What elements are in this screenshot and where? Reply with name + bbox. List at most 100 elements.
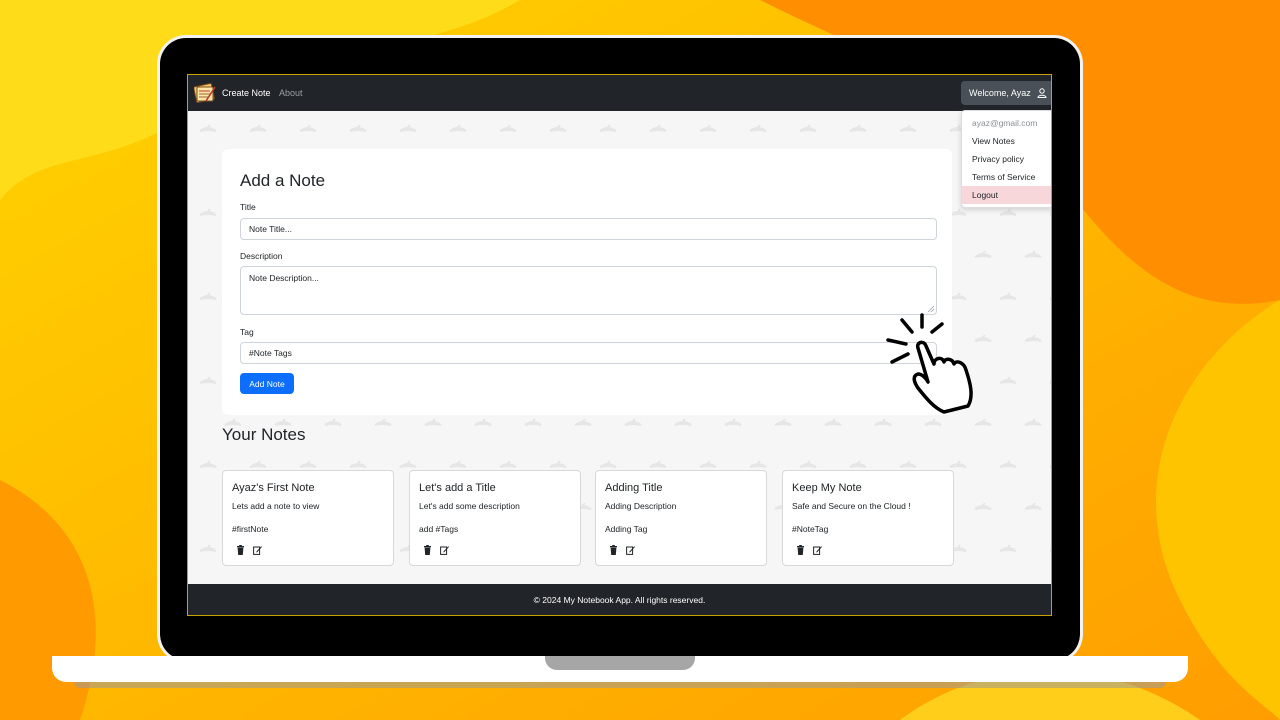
pattern-bird: [449, 460, 467, 468]
pattern-bird: [899, 124, 917, 132]
pattern-bird: [1024, 250, 1042, 258]
pattern-bird: [724, 418, 742, 426]
note-tag: #NoteTag: [792, 524, 829, 534]
tag-label: Tag: [240, 327, 254, 337]
edit-icon[interactable]: [813, 545, 822, 555]
pattern-bird: [649, 460, 667, 468]
footer-text: © 2024 My Notebook App. All rights reser…: [533, 594, 706, 605]
dropdown-terms-of-service[interactable]: Terms of Service: [962, 168, 1051, 186]
pattern-bird: [199, 292, 217, 300]
pattern-bird: [399, 460, 417, 468]
note-title: Adding Title: [605, 482, 663, 494]
pattern-bird: [949, 208, 967, 216]
edit-icon[interactable]: [253, 545, 262, 555]
description-textarea[interactable]: Note Description...: [240, 266, 937, 315]
pattern-bird: [699, 124, 717, 132]
pattern-bird: [574, 418, 592, 426]
edit-icon[interactable]: [440, 545, 449, 555]
pattern-bird: [324, 418, 342, 426]
edit-icon[interactable]: [626, 545, 635, 555]
dropdown-email: ayaz@gmail.com: [972, 118, 1038, 128]
pattern-bird: [849, 460, 867, 468]
note-card: Keep My Note Safe and Secure on the Clou…: [782, 470, 954, 566]
note-title: Let's add a Title: [419, 482, 496, 494]
pattern-bird: [999, 544, 1017, 552]
note-tag: #firstNote: [232, 524, 269, 534]
pattern-bird: [874, 418, 892, 426]
laptop-notch: [545, 656, 695, 670]
pattern-bird: [749, 124, 767, 132]
trash-icon[interactable]: [236, 545, 245, 555]
dropdown-view-notes[interactable]: View Notes: [962, 132, 1051, 150]
pattern-bird: [949, 292, 967, 300]
pattern-bird: [774, 418, 792, 426]
pattern-bird: [199, 544, 217, 552]
pattern-bird: [524, 418, 542, 426]
user-menu-button[interactable]: Welcome, Ayaz: [961, 81, 1051, 105]
form-heading: Add a Note: [240, 171, 326, 190]
note-title: Keep My Note: [792, 482, 862, 494]
pointing-hand-click-icon: [886, 313, 973, 414]
add-note-button[interactable]: Add Note: [240, 373, 294, 394]
title-input[interactable]: Note Title...: [240, 218, 937, 240]
note-tag: add #Tags: [419, 524, 459, 534]
navbar: Create Note About Welcome, Ayaz: [188, 75, 1051, 111]
note-card: Let's add a Title Let's add some descrip…: [409, 470, 581, 566]
add-note-form: Add a Note Title Note Title... Descripti…: [222, 149, 952, 415]
pattern-bird: [749, 460, 767, 468]
trash-icon[interactable]: [796, 545, 805, 555]
pattern-bird: [199, 460, 217, 468]
pattern-bird: [349, 460, 367, 468]
pattern-bird: [799, 460, 817, 468]
pattern-bird: [399, 124, 417, 132]
tag-input[interactable]: #Note Tags: [240, 342, 937, 364]
pattern-bird: [699, 460, 717, 468]
pattern-bird: [974, 250, 992, 258]
pattern-bird: [349, 124, 367, 132]
pattern-bird: [299, 124, 317, 132]
dropdown-logout[interactable]: Logout: [962, 186, 1051, 204]
pattern-bird: [974, 502, 992, 510]
notepad-icon[interactable]: [194, 81, 216, 105]
trash-icon[interactable]: [423, 545, 432, 555]
nav-about[interactable]: About: [279, 88, 303, 98]
footer: © 2024 My Notebook App. All rights reser…: [188, 584, 1051, 615]
user-icon: [1037, 88, 1047, 98]
pattern-bird: [849, 124, 867, 132]
pattern-bird: [599, 124, 617, 132]
pattern-bird: [449, 124, 467, 132]
user-dropdown-menu: ayaz@gmail.com View Notes Privacy policy…: [961, 110, 1051, 208]
user-menu-label: Welcome, Ayaz: [969, 88, 1031, 98]
pattern-bird: [549, 460, 567, 468]
pattern-bird: [1024, 502, 1042, 510]
note-card: Ayaz's First Note Lets add a note to vie…: [222, 470, 394, 566]
description-label: Description: [240, 251, 283, 261]
pattern-bird: [949, 460, 967, 468]
pattern-bird: [974, 418, 992, 426]
trash-icon[interactable]: [609, 545, 618, 555]
note-description: Safe and Secure on the Cloud !: [792, 501, 911, 511]
pattern-bird: [549, 124, 567, 132]
pattern-bird: [999, 460, 1017, 468]
note-description: Let's add some description: [419, 501, 520, 511]
pattern-bird: [199, 124, 217, 132]
pattern-bird: [999, 376, 1017, 384]
pattern-bird: [674, 418, 692, 426]
nav-create-note[interactable]: Create Note: [222, 88, 271, 98]
pattern-bird: [499, 460, 517, 468]
pattern-bird: [1049, 297, 1051, 300]
your-notes-heading: Your Notes: [222, 425, 306, 444]
pattern-bird: [599, 460, 617, 468]
laptop-base-shadow: [74, 682, 1166, 688]
pattern-bird: [299, 460, 317, 468]
pattern-bird: [199, 208, 217, 216]
title-label: Title: [240, 202, 256, 212]
note-card: Adding Title Adding Description Adding T…: [595, 470, 767, 566]
pattern-bird: [824, 418, 842, 426]
pattern-bird: [249, 124, 267, 132]
note-description: Adding Description: [605, 501, 677, 511]
note-title: Ayaz's First Note: [232, 482, 315, 494]
note-description: Lets add a note to view: [232, 501, 320, 511]
pattern-bird: [1024, 418, 1042, 426]
dropdown-privacy-policy[interactable]: Privacy policy: [962, 150, 1051, 168]
